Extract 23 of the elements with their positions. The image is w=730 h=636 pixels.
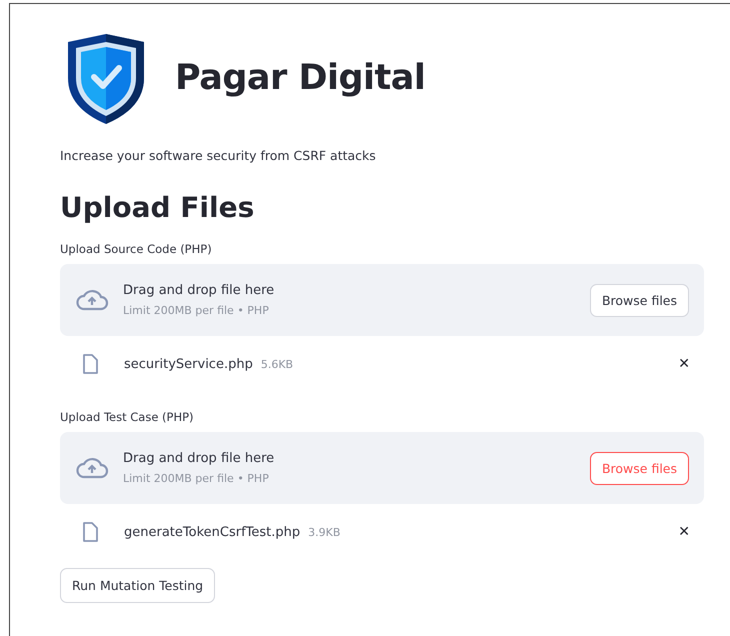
drop-instruction: Drag and drop file here	[123, 451, 276, 466]
uploader-label: Upload Test Case (PHP)	[60, 410, 195, 424]
file-size: 3.9KB	[308, 526, 342, 538]
file-icon	[82, 522, 98, 542]
app-subtitle: Increase your software security from CSRF attacks	[60, 148, 377, 163]
file-size: 5.6KB	[260, 358, 294, 370]
drop-zone[interactable]: Drag and drop file here Limit 200MB per file • PHP Browse files	[60, 264, 704, 336]
file-name: securityService.php	[124, 356, 253, 372]
uploader-label: Upload Source Code (PHP)	[60, 242, 213, 256]
file-limit-text: Limit 200MB per file • PHP	[123, 472, 270, 485]
drop-zone[interactable]: Drag and drop file here Limit 200MB per file • PHP Browse files	[60, 432, 704, 504]
section-title: Upload Files	[60, 191, 256, 224]
run-mutation-testing-button[interactable]: Run Mutation Testing	[60, 568, 216, 603]
browse-files-button[interactable]: Browse files	[590, 284, 689, 316]
remove-file-button[interactable]: ✕	[678, 356, 690, 372]
file-limit-text: Limit 200MB per file • PHP	[123, 304, 270, 317]
file-icon	[82, 354, 98, 374]
cloud-upload-icon	[75, 457, 109, 479]
cloud-upload-icon	[75, 289, 109, 311]
app-title: Pagar Digital	[175, 58, 426, 98]
file-name: generateTokenCsrfTest.php	[124, 524, 300, 540]
remove-file-button[interactable]: ✕	[678, 524, 690, 540]
drop-instruction: Drag and drop file here	[123, 283, 276, 298]
